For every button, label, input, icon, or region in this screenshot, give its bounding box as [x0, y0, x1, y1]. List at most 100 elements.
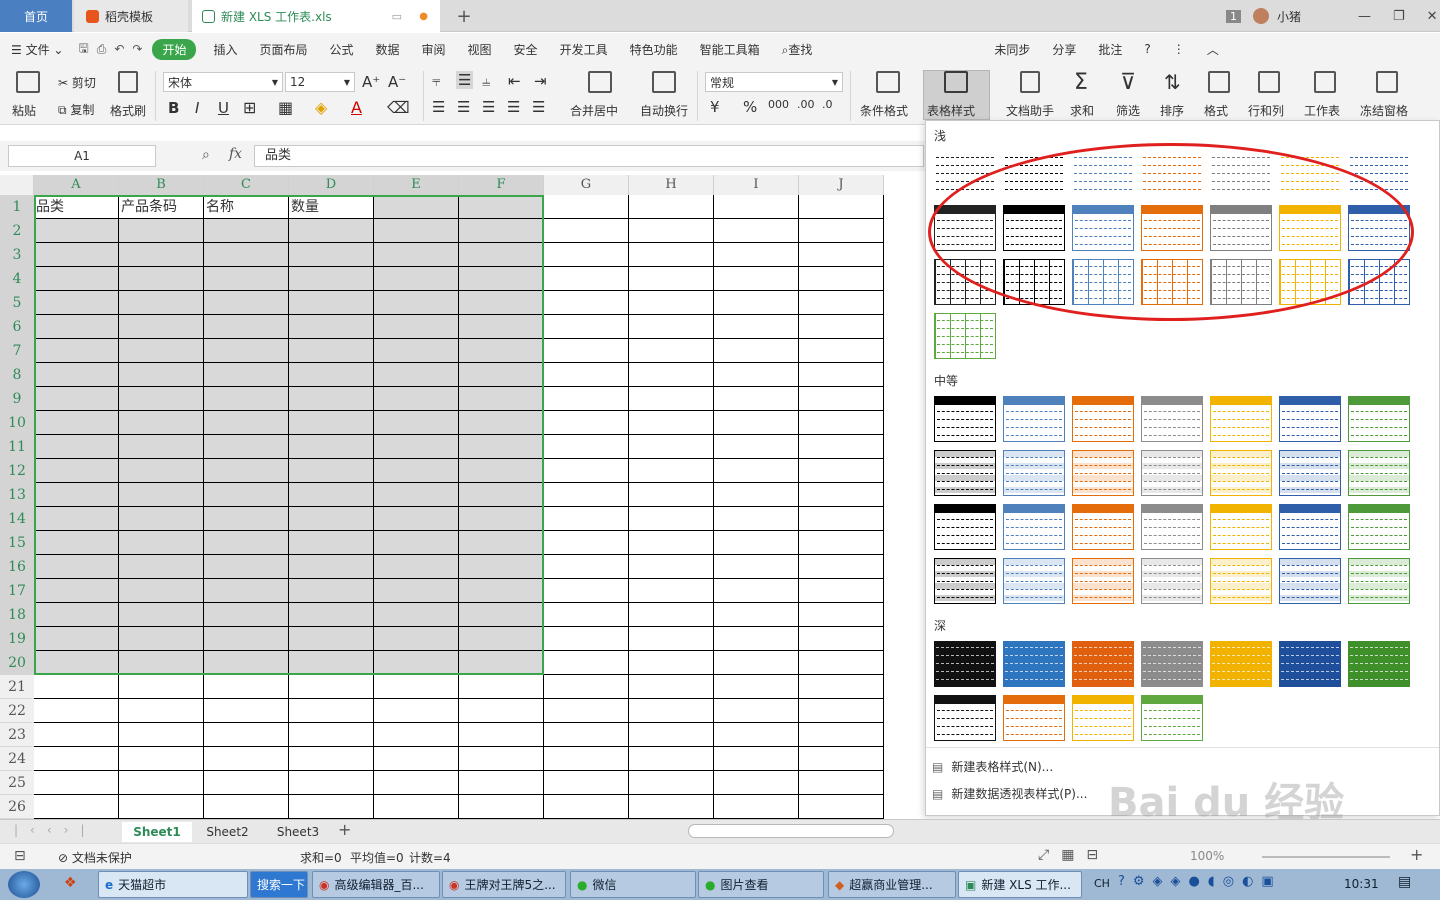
cell-H21[interactable]	[629, 675, 714, 699]
row-header-10[interactable]: 10	[0, 411, 34, 435]
cell-D15[interactable]	[289, 531, 374, 555]
cell-D11[interactable]	[289, 435, 374, 459]
input-language[interactable]: CH	[1094, 877, 1110, 890]
cell-A3[interactable]	[34, 243, 119, 267]
cell-B12[interactable]	[119, 459, 204, 483]
cell-E6[interactable]	[374, 315, 459, 339]
conditional-format-button[interactable]: 条件格式	[860, 102, 908, 119]
number-format-select[interactable]: 常规 ▼	[705, 72, 843, 92]
light-style-18[interactable]	[1141, 259, 1203, 305]
cell-J15[interactable]	[799, 531, 884, 555]
cell-F16[interactable]	[459, 555, 544, 579]
task-3[interactable]: ● 微信	[570, 871, 696, 898]
light-style-14[interactable]	[1348, 205, 1410, 251]
cell-E21[interactable]	[374, 675, 459, 699]
cell-G16[interactable]	[544, 555, 629, 579]
italic-icon[interactable]: I	[195, 99, 199, 117]
align-middle-icon[interactable]: ☰	[456, 71, 474, 89]
light-style-16[interactable]	[1003, 259, 1065, 305]
medium-style-10[interactable]	[1072, 450, 1134, 496]
zoom-value[interactable]: 100%	[1190, 849, 1224, 863]
cell-F3[interactable]	[459, 243, 544, 267]
light-style-12[interactable]	[1210, 205, 1272, 251]
cell-A12[interactable]	[34, 459, 119, 483]
cell-G23[interactable]	[544, 723, 629, 747]
sheet-tab-2[interactable]: Sheet2	[195, 822, 260, 842]
cell-G26[interactable]	[544, 795, 629, 819]
help-icon[interactable]: ?	[1133, 42, 1161, 56]
cell-F12[interactable]	[459, 459, 544, 483]
medium-style-7[interactable]	[1348, 396, 1410, 442]
column-header-A[interactable]: A	[34, 175, 119, 195]
cell-I24[interactable]	[714, 747, 799, 771]
medium-style-25[interactable]	[1141, 558, 1203, 604]
clock[interactable]: 10:31	[1344, 877, 1379, 891]
clear-icon[interactable]: ⌫	[387, 98, 410, 117]
cell-D12[interactable]	[289, 459, 374, 483]
sheet-nav-icons[interactable]: |‹‹›|	[14, 823, 96, 837]
cell-C16[interactable]	[204, 555, 289, 579]
dark-style-1[interactable]	[934, 641, 996, 687]
rowcol-icon[interactable]	[1258, 71, 1280, 93]
status-icon[interactable]: ⊟	[14, 848, 26, 864]
align-center-icon[interactable]: ☰	[457, 98, 470, 116]
cell-B23[interactable]	[119, 723, 204, 747]
filter-icon[interactable]: ⊽	[1120, 70, 1136, 95]
cell-D16[interactable]	[289, 555, 374, 579]
cell-F24[interactable]	[459, 747, 544, 771]
cell-F14[interactable]	[459, 507, 544, 531]
cell-F2[interactable]	[459, 219, 544, 243]
menu-view[interactable]: 视图	[457, 41, 503, 58]
menu-review[interactable]: 审阅	[411, 41, 457, 58]
cell-E1[interactable]	[374, 195, 459, 219]
cell-F11[interactable]	[459, 435, 544, 459]
column-header-J[interactable]: J	[799, 175, 884, 195]
border-icon[interactable]: ⊞	[243, 98, 256, 117]
cell-G15[interactable]	[544, 531, 629, 555]
medium-style-23[interactable]	[1003, 558, 1065, 604]
medium-style-4[interactable]	[1141, 396, 1203, 442]
cell-D25[interactable]	[289, 771, 374, 795]
add-sheet-icon[interactable]: +	[338, 820, 351, 839]
cell-I1[interactable]	[714, 195, 799, 219]
cell-E22[interactable]	[374, 699, 459, 723]
cell-I5[interactable]	[714, 291, 799, 315]
cell-C23[interactable]	[204, 723, 289, 747]
cell-C13[interactable]	[204, 483, 289, 507]
percent-icon[interactable]: %	[743, 98, 757, 116]
menu-smart-tools[interactable]: 智能工具箱	[689, 41, 771, 58]
cell-I3[interactable]	[714, 243, 799, 267]
tab-file[interactable]: 新建 XLS 工作表.xls ▭ ●	[192, 0, 440, 33]
new-table-style-item[interactable]: ▤ 新建表格样式(N)...	[932, 758, 1053, 775]
light-style-9[interactable]	[1003, 205, 1065, 251]
cell-G19[interactable]	[544, 627, 629, 651]
cell-F25[interactable]	[459, 771, 544, 795]
cell-G4[interactable]	[544, 267, 629, 291]
file-menu[interactable]: ☰ 文件 ⌄	[0, 41, 74, 58]
cell-G1[interactable]	[544, 195, 629, 219]
row-header-20[interactable]: 20	[0, 651, 34, 675]
freeze-button[interactable]: 冻结窗格	[1360, 102, 1408, 119]
cell-C10[interactable]	[204, 411, 289, 435]
cell-C18[interactable]	[204, 603, 289, 627]
cell-D17[interactable]	[289, 579, 374, 603]
cell-B8[interactable]	[119, 363, 204, 387]
cell-J18[interactable]	[799, 603, 884, 627]
cell-E10[interactable]	[374, 411, 459, 435]
cell-C19[interactable]	[204, 627, 289, 651]
cell-B1[interactable]: 产品条码	[119, 195, 204, 219]
dark-style-7[interactable]	[1348, 641, 1410, 687]
cell-F8[interactable]	[459, 363, 544, 387]
cell-F22[interactable]	[459, 699, 544, 723]
cell-H13[interactable]	[629, 483, 714, 507]
cell-H3[interactable]	[629, 243, 714, 267]
sort-button[interactable]: 排序	[1160, 102, 1184, 119]
cell-H14[interactable]	[629, 507, 714, 531]
cell-G20[interactable]	[544, 651, 629, 675]
cell-B26[interactable]	[119, 795, 204, 819]
cell-C21[interactable]	[204, 675, 289, 699]
row-header-19[interactable]: 19	[0, 627, 34, 651]
cell-I6[interactable]	[714, 315, 799, 339]
medium-style-5[interactable]	[1210, 396, 1272, 442]
comment-button[interactable]: 批注	[1087, 41, 1133, 58]
